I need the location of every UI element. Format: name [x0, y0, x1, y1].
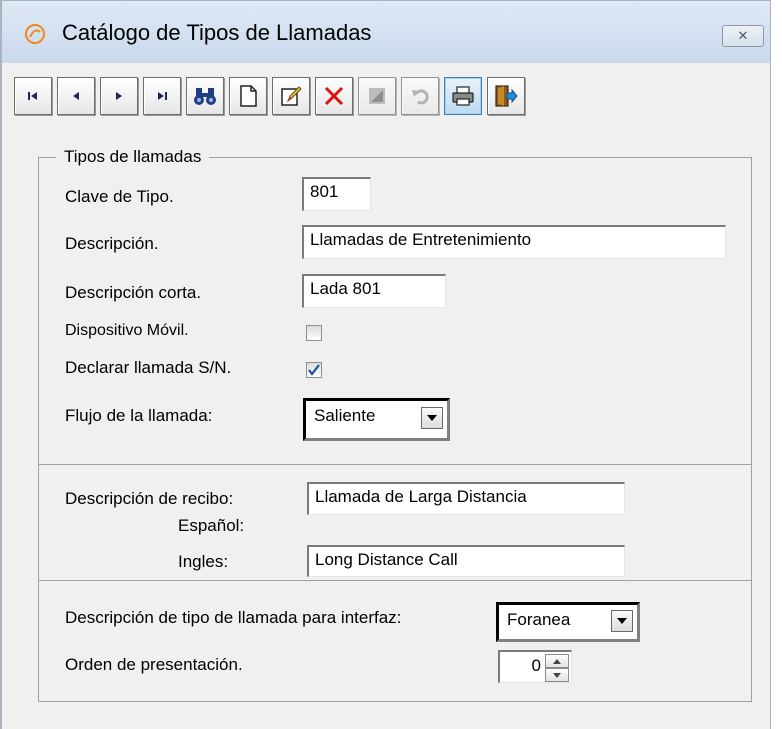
descripcion-corta-label: Descripción corta.	[65, 283, 202, 302]
chevron-down-icon[interactable]	[421, 407, 443, 429]
skip-first-icon	[28, 92, 37, 100]
delete-record-button[interactable]	[315, 77, 353, 115]
previous-record-button[interactable]	[57, 77, 95, 115]
interfaz-value: Foranea	[507, 610, 571, 629]
next-record-button[interactable]	[100, 77, 138, 115]
print-button[interactable]	[444, 77, 482, 115]
descripcion-field[interactable]: Llamadas de Entretenimiento	[302, 225, 726, 259]
groupbox-legend: Tipos de llamadas	[56, 147, 210, 167]
caret-up-icon	[553, 658, 561, 664]
flujo-llamada-select[interactable]: Saliente	[303, 398, 450, 441]
clave-tipo-label: Clave de Tipo.	[65, 187, 174, 206]
interfaz-label: Descripción de tipo de llamada para inte…	[65, 608, 402, 627]
new-document-icon	[240, 85, 257, 107]
dispositivo-movil-checkbox[interactable]	[306, 325, 322, 341]
descripcion-corta-field[interactable]: Lada 801	[302, 274, 446, 308]
save-record-button[interactable]	[358, 77, 396, 115]
last-record-button[interactable]	[143, 77, 181, 115]
caret-down-icon	[553, 672, 561, 678]
exit-button[interactable]	[487, 77, 525, 115]
first-record-button[interactable]	[14, 77, 52, 115]
orden-presentacion-label: Orden de presentación.	[65, 655, 243, 674]
dispositivo-movil-label: Dispositivo Móvil.	[65, 322, 189, 339]
declarar-llamada-checkbox[interactable]	[306, 362, 322, 378]
edit-icon	[281, 86, 302, 106]
clave-tipo-field[interactable]: 801	[302, 177, 371, 211]
undo-icon	[412, 89, 429, 105]
interfaz-select[interactable]: Foranea	[496, 602, 640, 642]
new-record-button[interactable]	[229, 77, 267, 115]
descripcion-label: Descripción.	[65, 234, 159, 253]
skip-last-icon	[158, 92, 167, 100]
save-icon	[369, 88, 385, 104]
espanol-label: Español:	[178, 516, 245, 535]
orden-presentacion-value: 0	[531, 656, 541, 675]
flujo-llamada-label: Flujo de la llamada:	[65, 406, 213, 425]
catalogo-window: Catálogo de Tipos de Llamadas ✕ Tipos de…	[0, 0, 771, 729]
delete-x-icon	[324, 86, 344, 106]
close-button[interactable]: ✕	[722, 25, 764, 47]
close-icon: ✕	[737, 28, 749, 43]
binoculars-icon	[194, 88, 216, 105]
interfaz-groupbox	[38, 580, 752, 702]
printer-icon	[452, 86, 474, 106]
espanol-field[interactable]: Llamada de Larga Distancia	[307, 482, 625, 515]
chevron-down-icon[interactable]	[611, 610, 633, 632]
descripcion-recibo-label: Descripción de recibo:	[65, 489, 234, 508]
spin-buttons	[545, 654, 569, 682]
declarar-llamada-label: Declarar llamada S/N.	[65, 358, 232, 377]
title-bar[interactable]: Catálogo de Tipos de Llamadas ✕	[2, 1, 770, 63]
app-logo-icon	[24, 23, 46, 45]
undo-button[interactable]	[401, 77, 439, 115]
flujo-llamada-value: Saliente	[314, 406, 376, 425]
edit-record-button[interactable]	[272, 77, 310, 115]
window-title: Catálogo de Tipos de Llamadas	[62, 20, 372, 45]
ingles-field[interactable]: Long Distance Call	[307, 545, 625, 577]
spin-up-button[interactable]	[545, 654, 569, 668]
arrow-left-icon	[73, 92, 79, 100]
arrow-right-icon	[116, 92, 122, 100]
orden-presentacion-spinner[interactable]: 0	[498, 650, 572, 683]
exit-door-icon	[495, 85, 518, 107]
search-button[interactable]	[186, 77, 224, 115]
ingles-label: Ingles:	[178, 552, 229, 571]
spin-down-button[interactable]	[545, 668, 569, 682]
checkmark-icon	[308, 364, 320, 376]
